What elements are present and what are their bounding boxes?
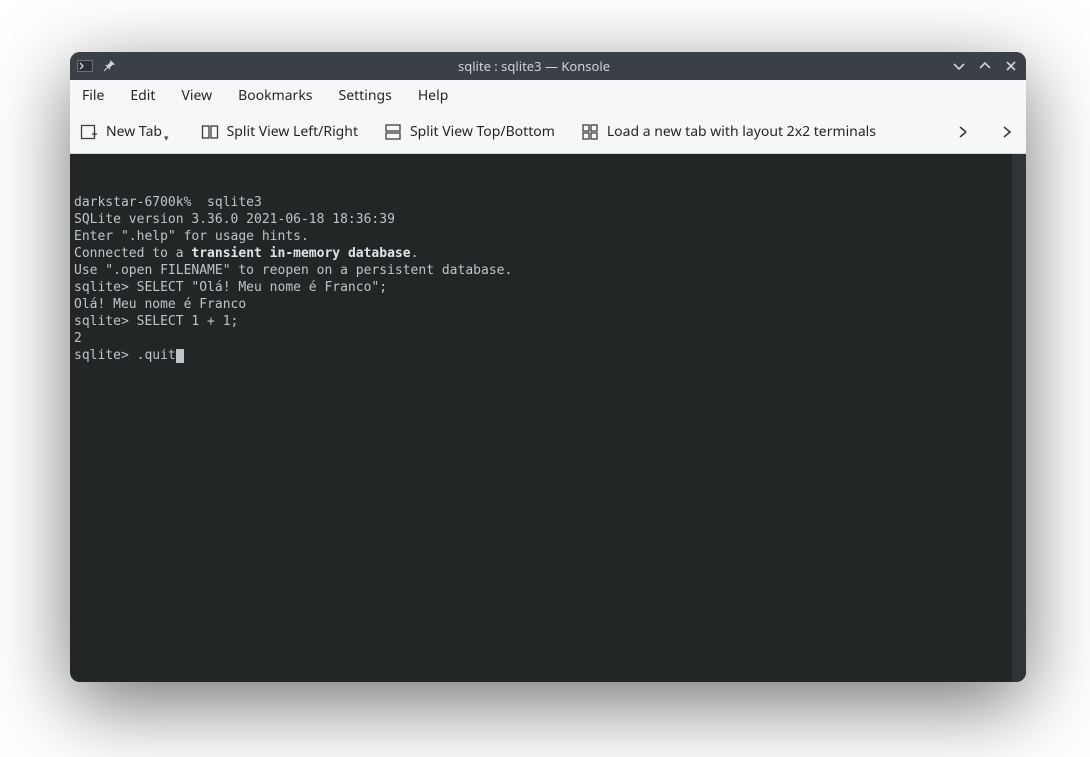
new-tab-icon [80, 123, 98, 141]
split-tb-icon [384, 123, 402, 141]
terminal[interactable]: darkstar-6700k% sqlite3SQLite version 3.… [70, 154, 1026, 682]
toolbar-nav-right[interactable] [996, 121, 1018, 143]
minimize-button[interactable] [950, 57, 968, 75]
split-tb-label: Split View Top/Bottom [410, 122, 555, 141]
terminal-line: SQLite version 3.36.0 2021-06-18 18:36:3… [74, 211, 1022, 228]
terminal-line: 2 [74, 330, 1022, 347]
pin-icon[interactable] [100, 57, 118, 75]
split-top-bottom-button[interactable]: Split View Top/Bottom [382, 118, 557, 145]
toolbar: New Tab ▾ Split View Left/Right Split Vi… [70, 110, 1026, 154]
terminal-line: Use ".open FILENAME" to reopen on a pers… [74, 262, 1022, 279]
konsole-window: sqlite : sqlite3 — Konsole File Edit Vie… [70, 52, 1026, 682]
titlebar[interactable]: sqlite : sqlite3 — Konsole [70, 52, 1026, 80]
load-layout-label: Load a new tab with layout 2x2 terminals [607, 122, 876, 141]
split-lr-icon [201, 123, 219, 141]
menu-file[interactable]: File [78, 84, 108, 107]
terminal-line: sqlite> SELECT 1 + 1; [74, 313, 1022, 330]
menu-edit[interactable]: Edit [126, 84, 159, 107]
terminal-line: darkstar-6700k% sqlite3 [74, 194, 1022, 211]
load-layout-button[interactable]: Load a new tab with layout 2x2 terminals [579, 118, 878, 145]
terminal-line: Connected to a transient in-memory datab… [74, 245, 1022, 262]
toolbar-nav-left[interactable] [952, 121, 974, 143]
maximize-button[interactable] [976, 57, 994, 75]
new-tab-label: New Tab [106, 122, 162, 141]
menu-settings[interactable]: Settings [335, 84, 396, 107]
terminal-line: Enter ".help" for usage hints. [74, 228, 1022, 245]
menu-bookmarks[interactable]: Bookmarks [234, 84, 316, 107]
terminal-line: sqlite> SELECT "Olá! Meu nome é Franco"; [74, 279, 1022, 296]
chevron-down-icon[interactable]: ▾ [164, 131, 169, 144]
window-title: sqlite : sqlite3 — Konsole [458, 57, 610, 75]
split-lr-label: Split View Left/Right [227, 122, 358, 141]
terminal-scrollbar[interactable] [1012, 154, 1026, 682]
menu-view[interactable]: View [177, 84, 216, 107]
terminal-line: sqlite> .quit [74, 347, 1022, 364]
menubar: File Edit View Bookmarks Settings Help [70, 80, 1026, 110]
new-tab-button[interactable]: New Tab ▾ [78, 118, 177, 145]
close-button[interactable] [1002, 57, 1020, 75]
app-icon[interactable] [76, 57, 94, 75]
split-left-right-button[interactable]: Split View Left/Right [199, 118, 360, 145]
terminal-line: Olá! Meu nome é Franco [74, 296, 1022, 313]
terminal-cursor [176, 349, 184, 363]
grid-icon [581, 123, 599, 141]
menu-help[interactable]: Help [414, 84, 453, 107]
